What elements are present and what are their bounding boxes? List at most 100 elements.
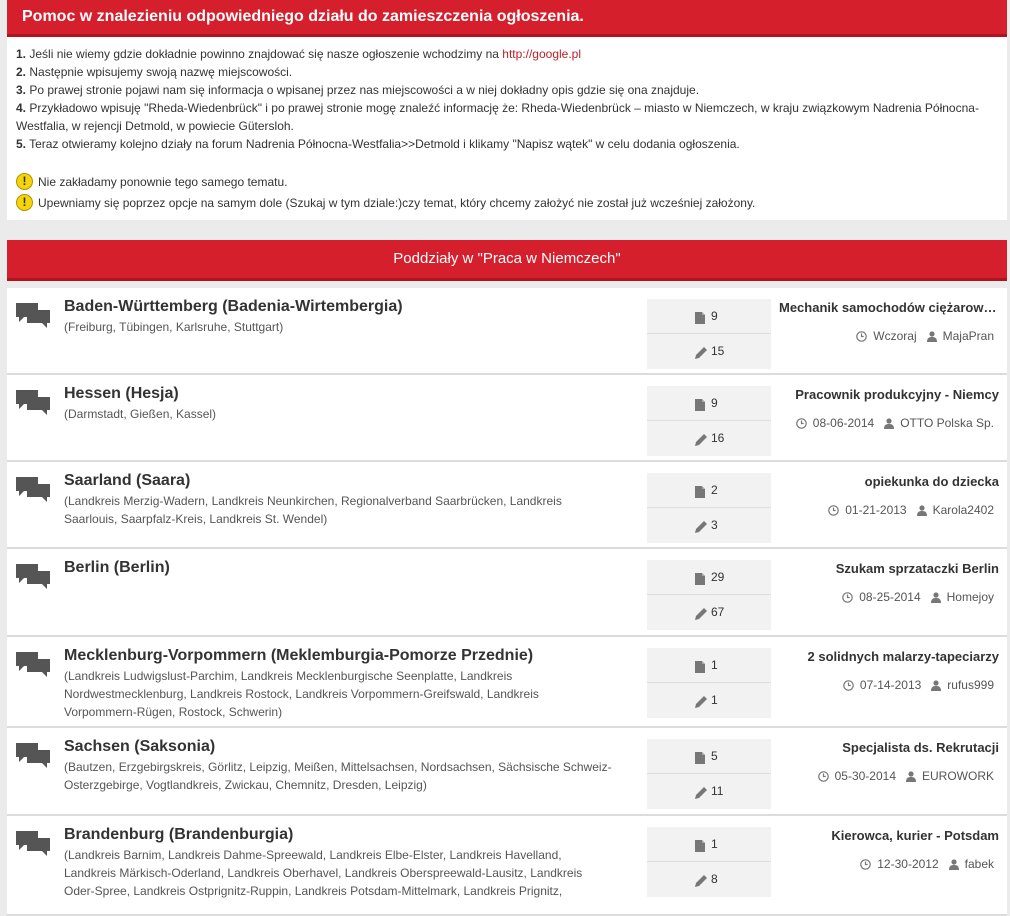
- forum-description: (Landkreis Merzig-Wadern, Landkreis Neun…: [64, 494, 562, 526]
- step-text: Przykładowo wpisuję "Rheda-Wiedenbrück" …: [16, 101, 979, 133]
- last-post-date: 08-06-2014: [812, 416, 875, 430]
- last-post-meta: 05-30-2014 EUROWORK: [817, 769, 994, 783]
- last-post-user-link[interactable]: MajaPran: [943, 329, 994, 343]
- clock-icon: [842, 591, 854, 603]
- pencil-icon: [695, 433, 707, 446]
- document-icon: [695, 485, 705, 498]
- warning-icon: !: [16, 173, 33, 190]
- clock-icon: [795, 417, 807, 429]
- thread-count: 5: [711, 749, 718, 763]
- last-post-title-link[interactable]: 2 solidnych malarzy-tapeciarzy: [779, 649, 999, 664]
- document-icon: [695, 572, 705, 585]
- forum-stats: 11: [647, 648, 771, 718]
- threads-stat: 9: [647, 386, 771, 421]
- forum-title-link[interactable]: Saarland (Saara): [64, 472, 190, 490]
- forum-row[interactable]: Brandenburg (Brandenburgia) (Landkreis Ba…: [7, 816, 1007, 916]
- post-count: 16: [711, 431, 725, 445]
- document-icon: [695, 660, 705, 673]
- pencil-icon: [695, 346, 707, 359]
- user-icon: [930, 591, 941, 603]
- user-icon: [948, 858, 959, 870]
- clock-icon: [860, 858, 872, 870]
- forum-icon: [15, 742, 51, 768]
- help-step-3: 3. Po prawej stronie pojawi nam się info…: [16, 81, 998, 99]
- forum-title-link[interactable]: Baden-Württemberg (Badenia-Wirtembergia): [64, 298, 403, 316]
- warning-text: Nie zakładamy ponownie tego samego temat…: [38, 174, 288, 189]
- forum-row[interactable]: Saarland (Saara) (Landkreis Merzig-Wadern…: [7, 462, 1007, 549]
- forum-title-link[interactable]: Berlin (Berlin): [64, 559, 170, 577]
- forum-stats: 9 15: [647, 299, 771, 369]
- threads-stat: 5: [647, 739, 771, 774]
- forum-stats: 29 67: [647, 560, 771, 630]
- last-post-meta: 08-25-2014 Homejoy: [842, 590, 994, 604]
- forum-description: (Bautzen, Erzgebirgskreis, Görlitz, Leip…: [64, 760, 612, 792]
- warning-text: Upewniamy się poprzez opcje na samym dol…: [38, 195, 756, 210]
- thread-count: 1: [711, 837, 718, 851]
- forum-row[interactable]: Sachsen (Saksonia) (Bautzen, Erzgebirgskr…: [7, 728, 1007, 816]
- last-post-meta: 07-14-2013 rufus999: [843, 678, 994, 692]
- posts-stat: 3: [647, 508, 771, 543]
- subforums-header: Poddziały w "Praca w Niemczech": [7, 240, 1007, 281]
- clock-icon: [843, 679, 854, 691]
- thread-count: 1: [711, 658, 718, 672]
- help-title: Pomoc w znalezieniu odpowiedniego działu…: [7, 0, 1007, 37]
- last-post-user-link[interactable]: OTTO Polska Sp.: [900, 416, 994, 430]
- subforums-section: Poddziały w "Praca w Niemczech": [7, 240, 1007, 281]
- posts-stat: 16: [647, 421, 771, 456]
- last-post-user-link[interactable]: EUROWORK: [922, 769, 994, 783]
- help-step-1: 1. Jeśli nie wiemy gdzie dokładnie powin…: [16, 45, 998, 63]
- forum-row[interactable]: Hessen (Hesja) (Darmstadt, Gießen, Kassel…: [7, 375, 1007, 462]
- post-count: 15: [711, 344, 725, 358]
- document-icon: [695, 398, 705, 411]
- posts-stat: 8: [647, 862, 771, 897]
- google-link[interactable]: http://google.pl: [502, 47, 581, 61]
- last-post-title-link[interactable]: Specjalista ds. Rekrutacji: [779, 740, 999, 755]
- forum-row[interactable]: Baden-Württemberg (Badenia-Wirtembergia)…: [7, 288, 1007, 375]
- posts-stat: 1: [647, 683, 771, 718]
- last-post-user-link[interactable]: rufus999: [947, 678, 994, 692]
- forum-row[interactable]: Berlin (Berlin) 29 67 Szukam sprzataczki Be…: [7, 549, 1007, 637]
- post-count: 67: [711, 605, 725, 619]
- threads-stat: 9: [647, 299, 771, 334]
- step-text: Następnie wpisujemy swoją nazwę miejscow…: [26, 65, 293, 79]
- help-step-5: 5. Teraz otwieramy kolejno działy na for…: [16, 135, 998, 153]
- forum-icon: [15, 651, 51, 677]
- last-post-title-link[interactable]: Szukam sprzataczki Berlin: [779, 561, 999, 576]
- forum-icon: [15, 563, 51, 589]
- forum-description: (Freiburg, Tübingen, Karlsruhe, Stuttgar…: [64, 320, 284, 334]
- forum-stats: 18: [647, 827, 771, 897]
- last-post-date: 07-14-2013: [859, 678, 922, 692]
- step-number: 4.: [16, 101, 27, 115]
- forum-stats: 9 16: [647, 386, 771, 456]
- threads-stat: 1: [647, 827, 771, 862]
- user-icon: [884, 417, 895, 429]
- pencil-icon: [695, 607, 707, 620]
- last-post-date: 12-30-2012: [877, 857, 939, 871]
- posts-stat: 15: [647, 334, 771, 369]
- last-post-title-link[interactable]: Mechanik samochodów ciężarowych: [779, 300, 999, 315]
- thread-count: 9: [711, 396, 718, 410]
- forum-row[interactable]: Mecklenburg-Vorpommern (Meklemburgia-Pom…: [7, 637, 1007, 728]
- last-post-user-link[interactable]: fabek: [965, 857, 994, 871]
- warning-icon: !: [16, 194, 33, 211]
- step-number: 1.: [16, 47, 27, 61]
- forum-title-link[interactable]: Hessen (Hesja): [64, 385, 179, 403]
- forum-title-link[interactable]: Mecklenburg-Vorpommern (Meklemburgia-Pom…: [64, 647, 533, 665]
- forum-icon: [15, 389, 51, 415]
- document-icon: [695, 839, 705, 852]
- clock-icon: [856, 330, 868, 342]
- help-step-2: 2. Następnie wpisujemy swoją nazwę miejs…: [16, 63, 998, 81]
- help-panel: Pomoc w znalezieniu odpowiedniego działu…: [7, 0, 1007, 220]
- forum-title-link[interactable]: Brandenburg (Brandenburgia): [64, 826, 293, 844]
- last-post-title-link[interactable]: Pracownik produkcyjny - Niemcy: [779, 387, 999, 402]
- last-post-title-link[interactable]: opiekunka do dziecka: [779, 474, 999, 489]
- forum-title-link[interactable]: Sachsen (Saksonia): [64, 738, 215, 756]
- forum-description: (Landkreis Barnim, Landkreis Dahme-Spree…: [64, 848, 583, 898]
- threads-stat: 2: [647, 473, 771, 508]
- document-icon: [695, 751, 705, 764]
- last-post-user-link[interactable]: Homejoy: [947, 590, 994, 604]
- step-number: 5.: [16, 137, 27, 151]
- last-post-user-link[interactable]: Karola2402: [933, 503, 994, 517]
- last-post-title-link[interactable]: Kierowca, kurier - Potsdam: [779, 828, 999, 843]
- forum-description: (Landkreis Ludwigslust-Parchim, Landkrei…: [64, 669, 539, 719]
